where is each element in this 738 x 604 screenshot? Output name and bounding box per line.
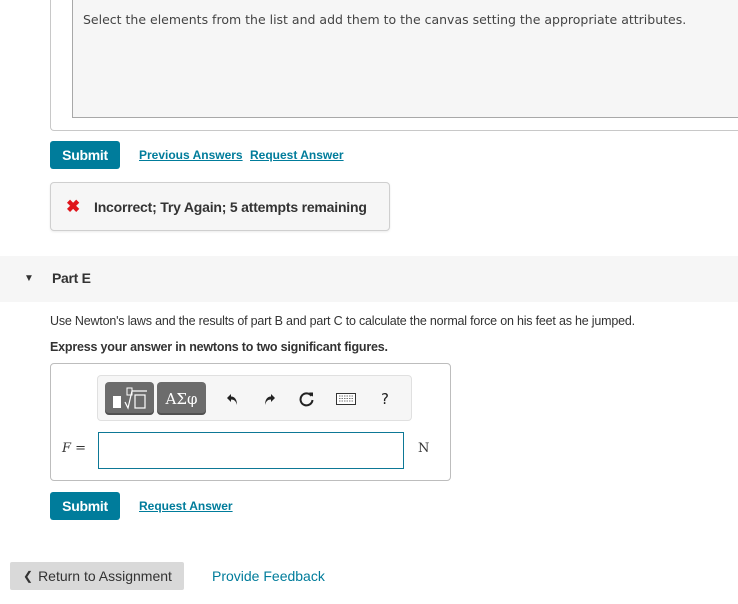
templates-button[interactable] [105, 382, 154, 415]
help-icon[interactable]: ? [374, 386, 396, 412]
variable-name: F [62, 441, 72, 456]
part-e-header[interactable] [0, 256, 738, 302]
part-e-submit-button[interactable]: Submit [50, 492, 120, 520]
return-label: Return to Assignment [38, 568, 172, 584]
part-e-request-answer-link[interactable]: Request Answer [139, 499, 233, 513]
incorrect-feedback: ✖ Incorrect; Try Again; 5 attempts remai… [50, 182, 390, 231]
keyboard-icon[interactable] [335, 386, 357, 412]
provide-feedback-link[interactable]: Provide Feedback [212, 568, 325, 584]
variable-label: F = [62, 441, 86, 456]
unit-label: N [418, 441, 430, 456]
part-title: Part E [52, 270, 91, 286]
answer-instruction: Express your answer in newtons to two si… [50, 340, 388, 354]
previous-answers-link[interactable]: Previous Answers [139, 148, 243, 162]
canvas-instruction: Select the elements from the list and ad… [83, 12, 687, 27]
return-to-assignment-button[interactable]: ❮ Return to Assignment [10, 562, 184, 590]
undo-icon[interactable] [222, 386, 244, 412]
redo-icon[interactable] [258, 386, 280, 412]
caret-down-icon[interactable]: ▼ [24, 273, 34, 284]
question-text: Use Newton's laws and the results of par… [50, 314, 635, 328]
part-d-submit-button[interactable]: Submit [50, 141, 120, 169]
symbols-button[interactable]: ΑΣφ [157, 382, 206, 415]
answer-input[interactable] [98, 432, 404, 469]
x-mark-icon: ✖ [66, 196, 81, 216]
chevron-left-icon: ❮ [23, 569, 34, 583]
math-toolbar: ΑΣφ ? [97, 375, 412, 421]
equals-sign: = [75, 441, 87, 456]
part-d-request-answer-link[interactable]: Request Answer [250, 148, 344, 162]
templates-radical-icon [112, 387, 147, 410]
feedback-text: Incorrect; Try Again; 5 attempts remaini… [94, 198, 367, 215]
reset-icon[interactable] [296, 386, 318, 412]
